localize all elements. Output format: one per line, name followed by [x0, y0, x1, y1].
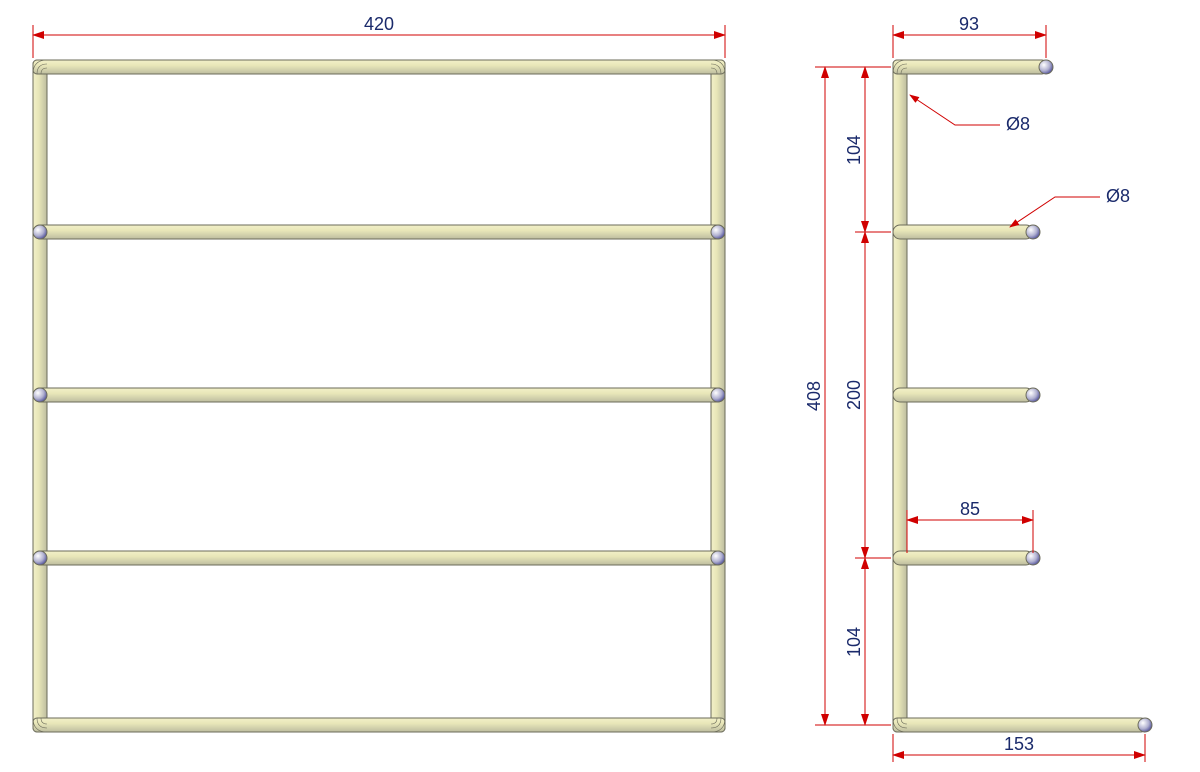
dim-value-front-width: 420	[364, 14, 394, 34]
dim-side-bottom-arm: 153	[893, 734, 1145, 762]
leader-dia-arm: Ø8	[1010, 186, 1130, 227]
dim-value-top-arm: 93	[959, 14, 979, 34]
dim-side-spacings: 104 200 104	[844, 67, 891, 725]
leader-dia-arm-text: Ø8	[1106, 186, 1130, 206]
dim-value-bottom-arm: 153	[1004, 734, 1034, 754]
leader-dia-top-text: Ø8	[1006, 114, 1030, 134]
dim-value-height: 408	[804, 381, 824, 411]
dim-front-width: 420	[33, 14, 725, 58]
dim-side-top-arm: 93	[893, 14, 1046, 58]
front-view: 420	[33, 14, 725, 732]
dim-side-mid-arm: 85	[907, 499, 1033, 553]
dim-value-spacing-bottom: 104	[844, 627, 864, 657]
dim-value-spacing-top: 104	[844, 135, 864, 165]
side-view: 93 408 104 200 104	[804, 14, 1152, 762]
dim-value-mid-arm: 85	[960, 499, 980, 519]
leader-dia-top: Ø8	[910, 95, 1030, 134]
dim-value-spacing-mid: 200	[844, 380, 864, 410]
technical-drawing: 420	[0, 0, 1200, 772]
